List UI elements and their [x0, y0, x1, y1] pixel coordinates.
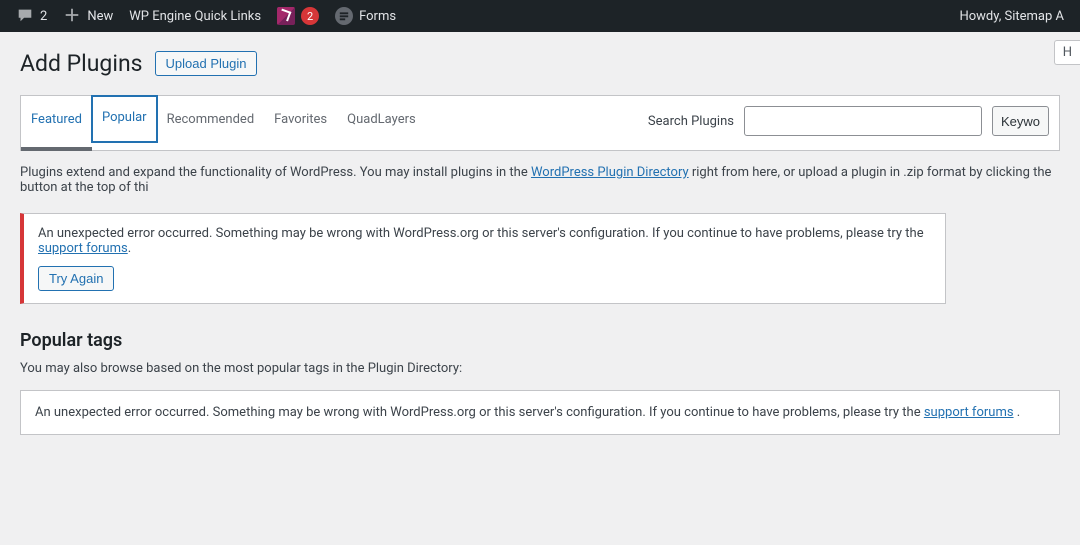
error-text: An unexpected error occurred. Something … — [38, 226, 924, 241]
toolbar-new[interactable]: New — [55, 0, 121, 32]
title-bar: Add Plugins Upload Plugin — [20, 50, 1060, 77]
tab-recommended[interactable]: Recommended — [157, 96, 265, 150]
tab-featured[interactable]: Featured — [21, 96, 92, 150]
popular-tags-heading: Popular tags — [20, 330, 1060, 351]
toolbar-forms[interactable]: Forms — [327, 0, 404, 32]
toolbar-wpengine[interactable]: WP Engine Quick Links — [121, 0, 269, 32]
search-label: Search Plugins — [648, 114, 734, 129]
help-tab[interactable]: H — [1054, 40, 1080, 65]
error-period: . — [128, 241, 131, 256]
keyword-dropdown[interactable]: Keywo — [992, 106, 1049, 136]
comment-icon — [16, 6, 34, 27]
wpengine-label: WP Engine Quick Links — [129, 9, 261, 24]
plugin-directory-link[interactable]: WordPress Plugin Directory — [531, 165, 689, 180]
filter-tabs: Featured Popular Recommended Favorites Q… — [21, 96, 426, 150]
upload-plugin-button[interactable]: Upload Plugin — [155, 51, 258, 76]
comments-count: 2 — [40, 9, 47, 24]
popular-tags-sub: You may also browse based on the most po… — [20, 361, 1060, 376]
new-label: New — [87, 9, 113, 24]
toolbar-comments[interactable]: 2 — [8, 0, 55, 32]
plugins-description: Plugins extend and expand the functional… — [20, 165, 1060, 195]
error-notice: An unexpected error occurred. Something … — [20, 213, 946, 304]
forms-label: Forms — [359, 9, 396, 24]
toolbar-yoast[interactable]: 2 — [269, 0, 327, 32]
error2-post: . — [1017, 405, 1020, 420]
tab-popular[interactable]: Popular — [92, 96, 157, 142]
admin-toolbar: 2 New WP Engine Quick Links 2 Forms Howd… — [0, 0, 1080, 32]
plugin-filter-bar: Featured Popular Recommended Favorites Q… — [20, 95, 1060, 151]
howdy-text: Howdy, Sitemap A — [959, 9, 1064, 24]
error-notice-2: An unexpected error occurred. Something … — [20, 390, 1060, 435]
tab-favorites[interactable]: Favorites — [264, 96, 337, 150]
search-input[interactable] — [744, 106, 982, 136]
desc-pre: Plugins extend and expand the functional… — [20, 165, 531, 180]
support-forums-link-2[interactable]: support forums — [924, 405, 1014, 420]
page-wrap: Add Plugins Upload Plugin Featured Popul… — [0, 32, 1080, 455]
search-area: Search Plugins Keywo — [648, 96, 1059, 136]
error2-text: An unexpected error occurred. Something … — [35, 405, 924, 420]
toolbar-howdy[interactable]: Howdy, Sitemap A — [951, 0, 1072, 32]
plus-icon — [63, 6, 81, 27]
try-again-button[interactable]: Try Again — [38, 266, 114, 291]
yoast-badge: 2 — [301, 7, 319, 25]
tab-quadlayers[interactable]: QuadLayers — [337, 96, 426, 150]
forms-icon — [335, 7, 353, 25]
error-message: An unexpected error occurred. Something … — [38, 226, 931, 256]
support-forums-link[interactable]: support forums — [38, 241, 128, 256]
yoast-icon — [277, 7, 295, 25]
page-title: Add Plugins — [20, 50, 143, 77]
